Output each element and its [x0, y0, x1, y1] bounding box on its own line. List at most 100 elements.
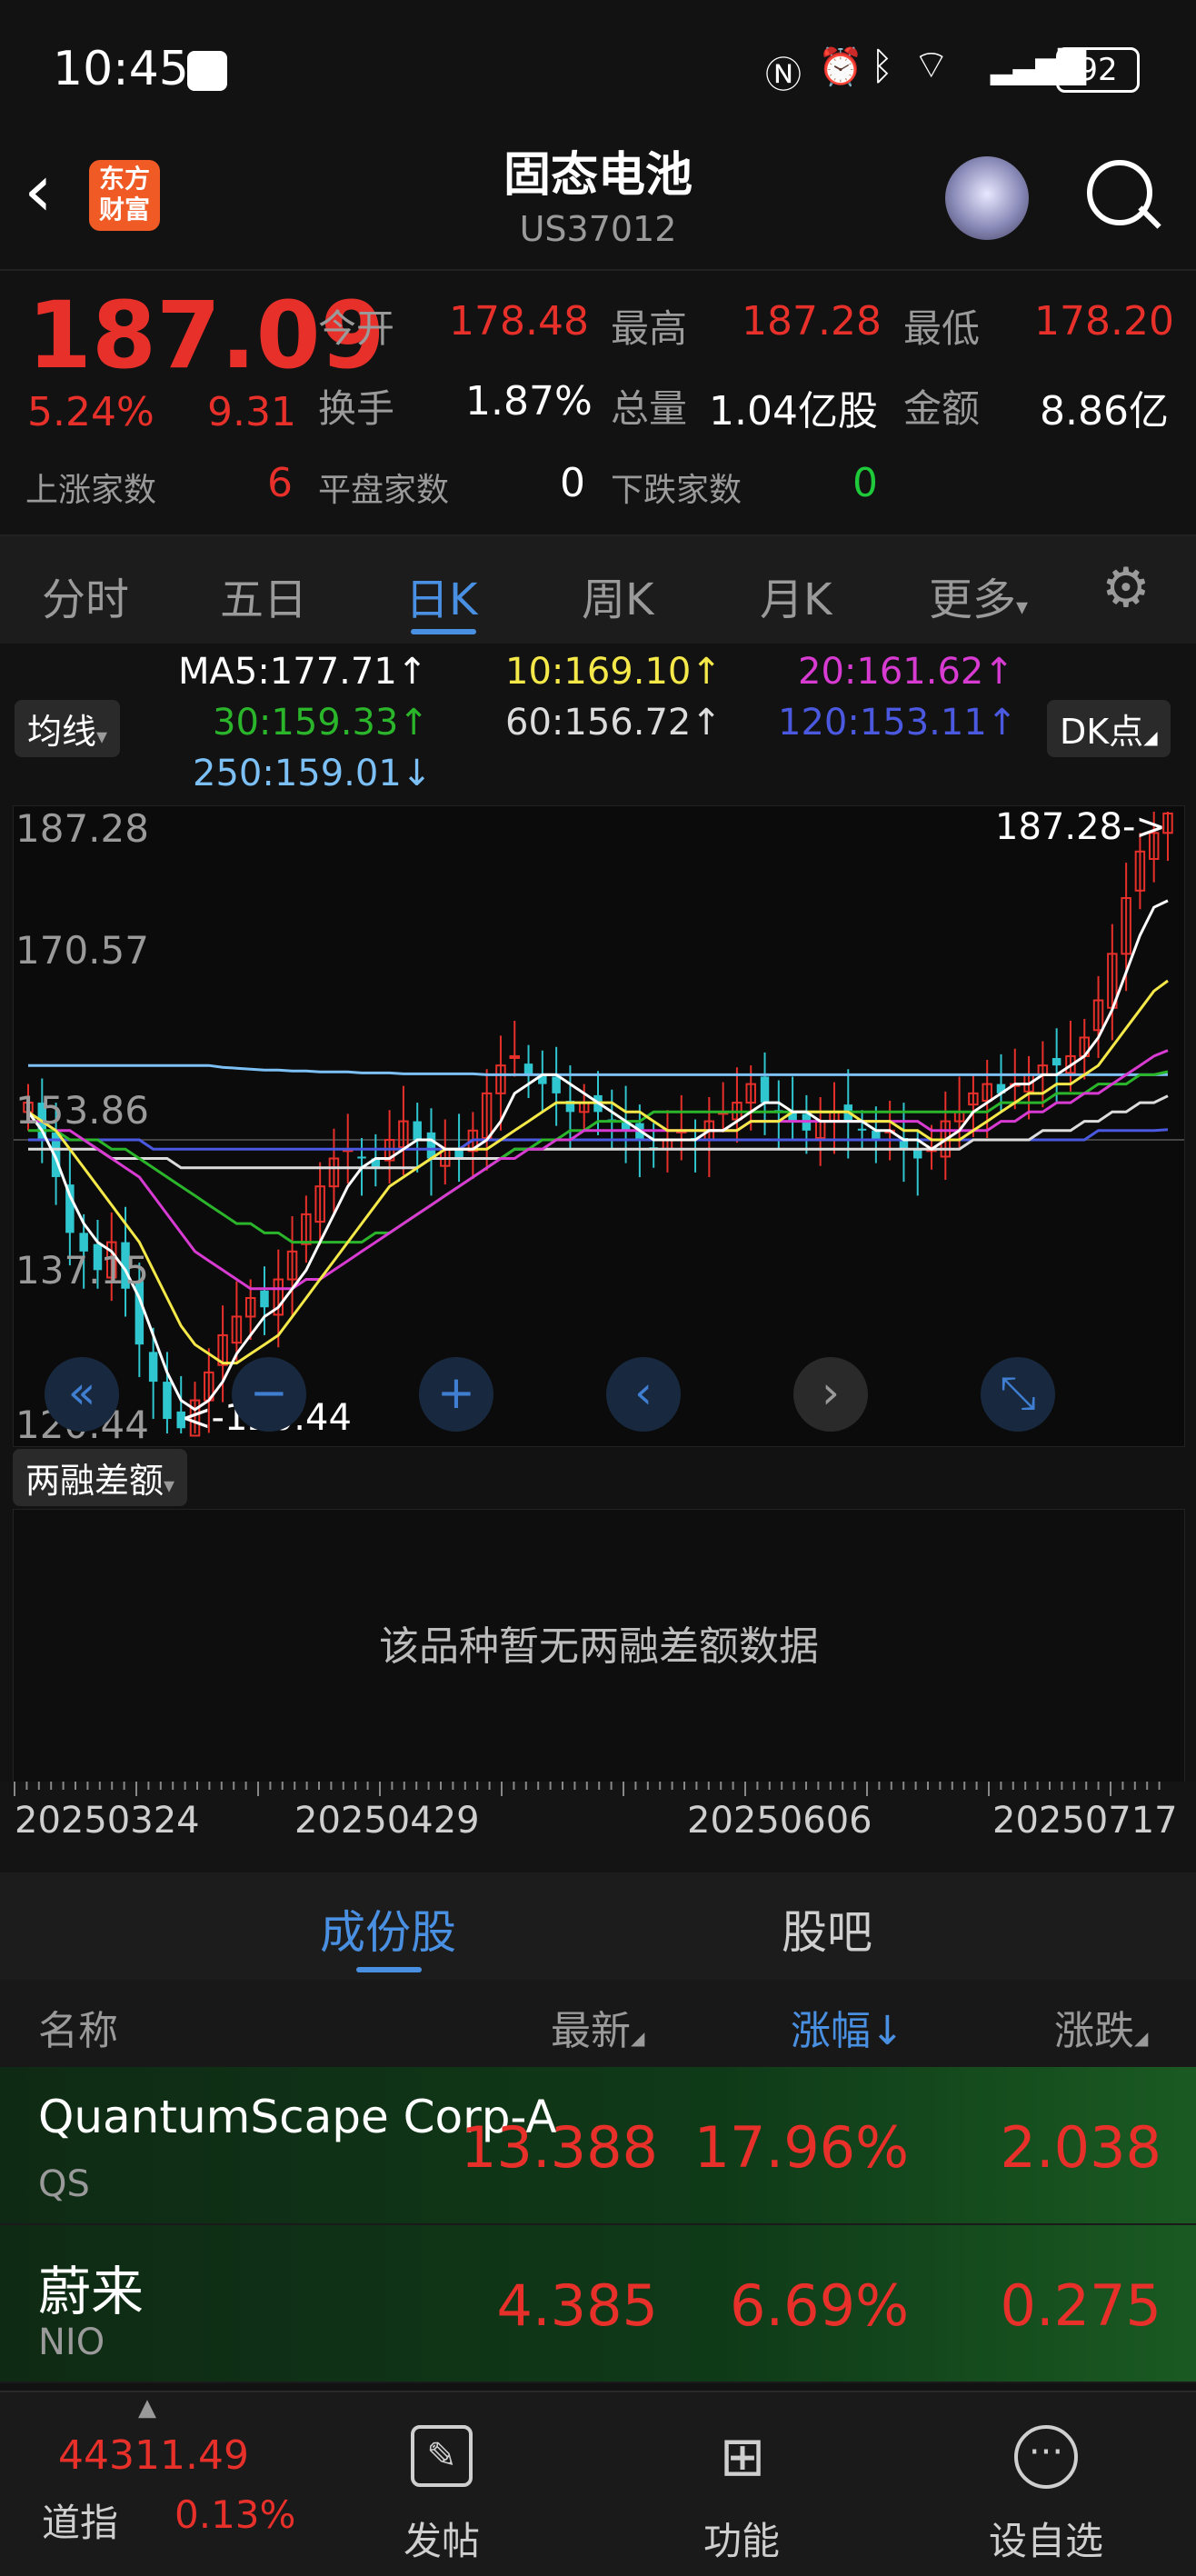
- ma250-value: 250:159.01↓: [193, 753, 433, 794]
- active-tab-indicator: [411, 629, 476, 634]
- ma20-value: 20:161.62↑: [798, 651, 1014, 693]
- candle: [481, 1069, 493, 1171]
- col-change-label: 涨跌: [1054, 2008, 1134, 2054]
- margin-empty-text: 该品种暂无两融差额数据: [379, 1623, 819, 1670]
- change-value: 9.31: [207, 389, 296, 435]
- more-icon[interactable]: ···: [1014, 2425, 1078, 2489]
- ma-selector-label: 均线: [27, 712, 97, 752]
- date-axis: 20250324 20250429 20250606 20250717: [0, 1782, 1196, 1872]
- candle: [872, 1106, 881, 1163]
- corner-icon: ◢: [1143, 726, 1158, 748]
- y-label-2: 170.57: [15, 928, 149, 973]
- ma-legend: 均线▾ MA5:177.71↑ 10:169.10↑ 20:161.62↑ 30…: [0, 644, 1196, 805]
- tab-weekly-k[interactable]: 周K: [582, 564, 653, 627]
- stock-pct: 17.96%: [693, 2114, 909, 2181]
- post-icon[interactable]: ✎: [411, 2425, 473, 2487]
- list-item[interactable]: 蔚来 NIO 4.385 6.69% 0.275: [0, 2225, 1196, 2383]
- candle: [760, 1052, 770, 1135]
- candle: [384, 1110, 395, 1184]
- nfc-icon: Ⓝ: [765, 55, 802, 96]
- list-tabs: 成份股 股吧: [0, 1872, 1196, 1980]
- candle: [538, 1050, 547, 1113]
- change-pct: 5.24%: [27, 389, 154, 435]
- ma60-value: 60:156.72↑: [505, 702, 722, 744]
- candle: [829, 1082, 840, 1154]
- stock-change: 0.275: [1000, 2272, 1162, 2339]
- high-value: 187.28: [742, 298, 882, 344]
- up-count-label: 上涨家数: [25, 472, 157, 509]
- tab-intraday[interactable]: 分时: [42, 564, 129, 627]
- tab-daily-k[interactable]: 日K: [405, 564, 477, 627]
- col-pct[interactable]: 涨幅↓: [791, 1998, 904, 2056]
- gear-icon[interactable]: ⚙: [1101, 556, 1151, 620]
- robot-avatar-icon[interactable]: [945, 156, 1029, 240]
- tab-five-day[interactable]: 五日: [220, 564, 307, 627]
- scroll-right-button[interactable]: ›: [793, 1357, 868, 1432]
- candle: [814, 1096, 826, 1166]
- candle: [717, 1082, 729, 1133]
- nav-function[interactable]: 功能: [703, 2511, 780, 2566]
- index-ticker[interactable]: ▲ 44311.49 道指 0.13%: [36, 2392, 309, 2574]
- scroll-left-button[interactable]: ‹: [606, 1357, 681, 1432]
- margin-selector-label: 两融差额: [25, 1461, 164, 1501]
- stock-pct: 6.69%: [730, 2272, 909, 2339]
- tab-more-label: 更多: [929, 574, 1017, 625]
- candle: [1079, 1019, 1090, 1080]
- ma5-value: MA5:177.71↑: [178, 651, 428, 693]
- candle: [676, 1094, 687, 1161]
- date-label-3: 20250606: [687, 1800, 872, 1842]
- nav-add-watchlist[interactable]: 设自选: [989, 2511, 1103, 2566]
- ma-selector[interactable]: 均线▾: [15, 700, 121, 757]
- candle: [1051, 1028, 1061, 1103]
- tab-more[interactable]: 更多▾: [929, 564, 1028, 627]
- candle: [398, 1085, 409, 1175]
- tab-forum[interactable]: 股吧: [782, 1896, 872, 1962]
- function-grid-icon[interactable]: ⊞: [711, 2425, 774, 2489]
- chart-period-tabs: 分时 五日 日K 周K 月K 更多▾ ⚙: [0, 536, 1196, 644]
- dk-point-button[interactable]: DK点◢: [1047, 700, 1171, 757]
- col-latest[interactable]: 最新◢: [551, 1998, 644, 2056]
- open-value: 178.48: [449, 298, 589, 344]
- turnover-value: 1.87%: [465, 378, 593, 424]
- scroll-start-button[interactable]: «: [45, 1357, 119, 1432]
- candle: [662, 1110, 673, 1173]
- col-latest-label: 最新: [551, 2008, 631, 2054]
- down-count-label: 下跌家数: [611, 472, 743, 509]
- index-name: 道指: [42, 2501, 119, 2545]
- down-count: 0: [852, 460, 878, 506]
- bluetooth-icon: ᛒ: [871, 44, 894, 88]
- zoom-out-button[interactable]: −: [232, 1357, 306, 1432]
- date-label-2: 20250429: [294, 1800, 480, 1842]
- candle: [286, 1215, 298, 1317]
- max-marker: 187.28->: [995, 806, 1166, 848]
- margin-selector[interactable]: 两融差额▾: [13, 1449, 188, 1506]
- candle: [691, 1119, 700, 1173]
- search-icon[interactable]: [1087, 160, 1152, 225]
- list-item[interactable]: QuantumScape Corp-A QS 13.388 17.96% 2.0…: [0, 2067, 1196, 2225]
- wifi-icon: ⌔: [912, 42, 951, 88]
- ma120-value: 120:153.11↑: [778, 702, 1018, 744]
- stock-code: NIO: [38, 2321, 105, 2363]
- chevron-down-icon: ▾: [164, 1473, 175, 1498]
- amount-label: 金额: [903, 386, 981, 431]
- fullscreen-button[interactable]: ⤡: [981, 1357, 1055, 1432]
- ma10-line: [27, 979, 1169, 1365]
- tab-monthly-k[interactable]: 月K: [760, 564, 832, 627]
- candle: [301, 1195, 312, 1263]
- sort-icon: ◢: [631, 2027, 645, 2049]
- y-label-4: 137.15: [15, 1248, 149, 1293]
- candle: [940, 1091, 952, 1181]
- quote-panel: 187.09 5.24% 9.31 上涨家数 6 今开 178.48 最高 18…: [0, 269, 1196, 536]
- candle: [509, 1021, 520, 1077]
- zoom-in-button[interactable]: +: [419, 1357, 493, 1432]
- candle: [703, 1096, 715, 1177]
- nav-post[interactable]: 发帖: [404, 2511, 480, 2566]
- status-bar: 10:45 Ⓝ ⏰ ᛒ ⌔ ▂▃▅▇ 92: [0, 0, 1196, 136]
- dk-point-label: DK点: [1060, 712, 1144, 752]
- candle: [1023, 1055, 1034, 1120]
- candle: [1107, 924, 1118, 1041]
- ma5-line: [26, 899, 1169, 1412]
- tab-constituents[interactable]: 成份股: [320, 1896, 456, 1962]
- kline-chart[interactable]: 187.28 170.57 153.86 137.15 120.44 187.2…: [13, 805, 1185, 1447]
- col-change[interactable]: 涨跌◢: [1054, 1998, 1148, 2056]
